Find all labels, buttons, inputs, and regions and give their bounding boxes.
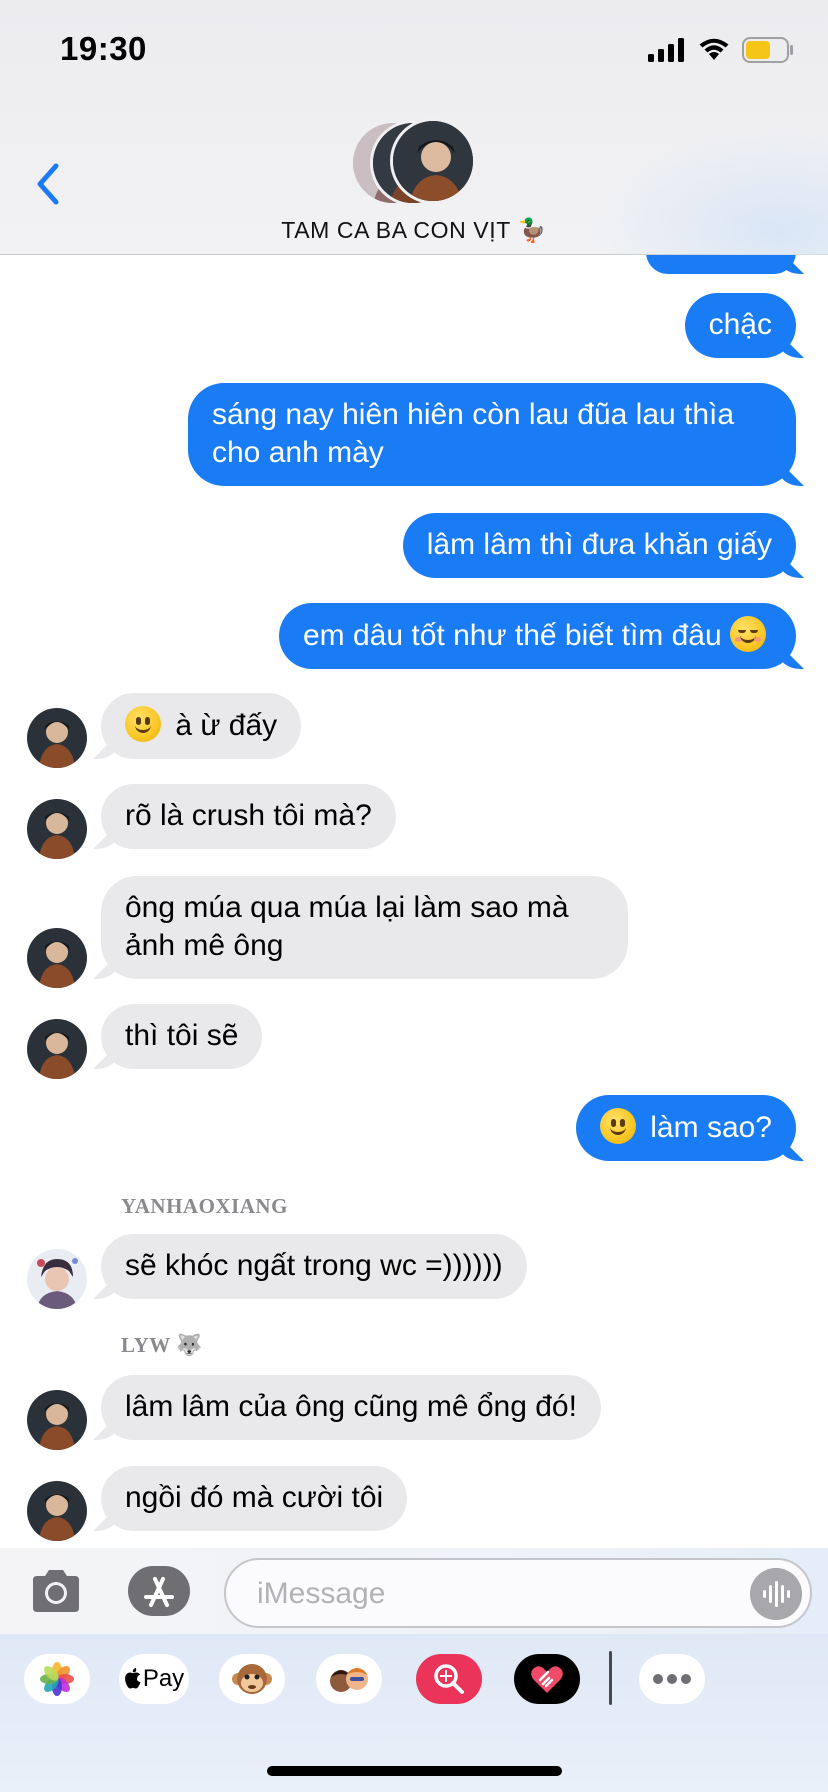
back-chevron-icon[interactable] bbox=[28, 158, 68, 210]
avatar[interactable] bbox=[27, 1019, 87, 1079]
avatar[interactable] bbox=[27, 1481, 87, 1541]
message-text: lâm lâm thì đưa khăn giấy bbox=[426, 528, 772, 561]
memoji-stickers-button[interactable] bbox=[316, 1654, 382, 1704]
apple-logo-icon bbox=[124, 1668, 141, 1689]
battery-icon bbox=[742, 37, 793, 63]
avatar[interactable] bbox=[27, 1249, 87, 1309]
digital-touch-icon bbox=[531, 1666, 563, 1693]
message-bubble-incoming[interactable]: lâm lâm của ông cũng mê ổng đó! bbox=[101, 1375, 601, 1440]
slightly-smiling-face-emoji bbox=[125, 706, 161, 742]
message-bubble-incoming[interactable]: rõ là crush tôi mà? bbox=[101, 784, 396, 849]
message-input-placeholder: iMessage bbox=[257, 1577, 386, 1610]
message-input[interactable]: iMessage bbox=[224, 1558, 812, 1628]
slightly-smiling-face-emoji bbox=[599, 1108, 636, 1144]
message-text: sáng nay hiên hiên còn lau đũa lau thìa … bbox=[212, 398, 735, 469]
photos-icon bbox=[40, 1662, 74, 1696]
message-bubble-incoming[interactable]: ngồi đó mà cười tôi bbox=[101, 1466, 408, 1531]
home-indicator[interactable] bbox=[267, 1766, 562, 1776]
app-store-icon[interactable] bbox=[127, 1565, 191, 1617]
conversation-title[interactable]: TAM CA BA CON VỊT 🦆 bbox=[0, 217, 828, 244]
avatar[interactable] bbox=[27, 1390, 87, 1450]
compose-bar: iMessage bbox=[0, 1548, 828, 1634]
image-search-icon bbox=[434, 1664, 464, 1694]
message-text: lâm lâm của ông cũng mê ổng đó! bbox=[125, 1390, 577, 1423]
message-bubble-outgoing[interactable]: em dâu tốt như thế biết tìm đâu bbox=[278, 603, 796, 669]
message-bubble-incoming[interactable]: ông múa qua múa lại làm sao mà ảnh mê ôn… bbox=[101, 876, 628, 979]
message-bubble-outgoing[interactable]: làm sao? bbox=[575, 1095, 796, 1161]
relieved-face-emoji bbox=[730, 616, 766, 652]
photos-app-button[interactable] bbox=[24, 1654, 90, 1704]
message-text: làm sao? bbox=[650, 1111, 772, 1144]
message-text: ngồi đó mà cười tôi bbox=[125, 1481, 384, 1514]
message-bubble-incoming[interactable]: sẽ khóc ngất trong wc =)))))) bbox=[101, 1234, 527, 1299]
sender-name: YANHAOXIANG bbox=[121, 1194, 288, 1218]
message-bubble-incoming[interactable]: à ừ đấy bbox=[101, 693, 302, 759]
image-search-button[interactable] bbox=[416, 1654, 482, 1704]
animoji-button[interactable] bbox=[219, 1654, 285, 1704]
digital-touch-button[interactable] bbox=[514, 1654, 580, 1704]
monkey-memoji-icon bbox=[232, 1664, 272, 1694]
message-bubble-outgoing[interactable]: chậc bbox=[684, 293, 796, 358]
group-avatar-stack[interactable] bbox=[350, 118, 480, 208]
avatar[interactable] bbox=[27, 928, 87, 988]
status-time: 19:30 bbox=[60, 30, 147, 67]
memoji-stickers-icon bbox=[330, 1668, 368, 1692]
message-text: rõ là crush tôi mà? bbox=[125, 799, 372, 832]
message-text: chậc bbox=[708, 308, 772, 341]
message-bubble-incoming[interactable]: thì tôi sẽ bbox=[101, 1004, 263, 1069]
message-text: em dâu tốt như thế biết tìm đâu bbox=[302, 619, 722, 652]
camera-icon[interactable] bbox=[29, 1568, 83, 1614]
apple-pay-button[interactable]: Pay bbox=[119, 1654, 189, 1704]
message-text: ông múa qua múa lại làm sao mà ảnh mê ôn… bbox=[125, 891, 569, 962]
message-bubble-outgoing[interactable]: sáng nay hiên hiên còn lau đũa lau thìa … bbox=[188, 383, 796, 486]
imessage-app-drawer: Pay bbox=[0, 1634, 828, 1792]
apple-pay-label: Pay bbox=[142, 1665, 185, 1692]
message-text: sẽ khóc ngất trong wc =)))))) bbox=[125, 1249, 503, 1282]
avatar[interactable] bbox=[27, 708, 87, 768]
message-text: thì tôi sẽ bbox=[125, 1019, 239, 1052]
message-text: à ừ đấy bbox=[175, 709, 278, 742]
more-icon bbox=[653, 1674, 691, 1684]
avatar[interactable] bbox=[27, 799, 87, 859]
message-bubble-outgoing[interactable]: lâm lâm thì đưa khăn giấy bbox=[402, 513, 796, 578]
audio-message-icon[interactable] bbox=[750, 1568, 802, 1620]
cellular-signal-icon bbox=[648, 38, 684, 62]
sender-name: LYW 🐺 bbox=[121, 1333, 203, 1357]
group-avatar bbox=[390, 118, 476, 204]
status-icons bbox=[648, 34, 794, 66]
more-apps-button[interactable] bbox=[639, 1654, 705, 1704]
conversation-header: 19:30 TAM CA BA CON VỊT 🦆 bbox=[0, 0, 828, 255]
wifi-icon bbox=[699, 38, 729, 60]
drawer-divider bbox=[609, 1651, 612, 1705]
